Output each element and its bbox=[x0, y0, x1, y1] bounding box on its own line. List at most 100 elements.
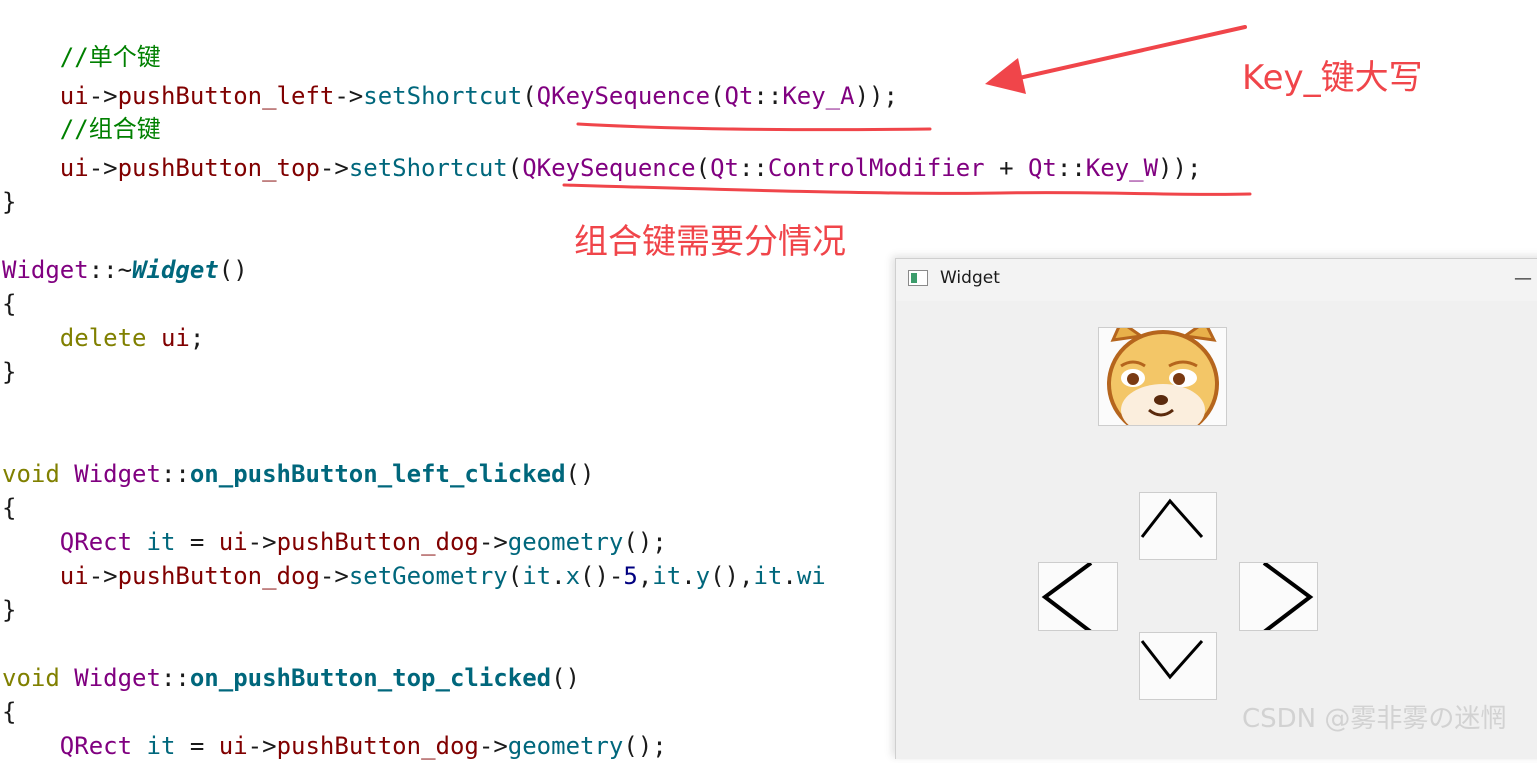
code-token: it bbox=[146, 528, 176, 556]
code-line: { bbox=[2, 287, 16, 321]
code-token: { bbox=[2, 494, 17, 522]
left-button[interactable] bbox=[1038, 562, 1118, 631]
code-token: on_pushButton_left_clicked bbox=[189, 460, 566, 488]
code-token: wi bbox=[796, 562, 826, 590]
code-token: :: bbox=[753, 82, 783, 110]
annotation-arrow-head bbox=[985, 58, 1026, 94]
code-token: } bbox=[2, 358, 17, 386]
code-token: QKeySequence bbox=[536, 82, 711, 110]
code-token: setShortcut bbox=[363, 82, 523, 110]
code-line: } bbox=[2, 593, 16, 627]
code-token: //单个键 bbox=[59, 43, 161, 71]
code-token: -> bbox=[88, 562, 118, 590]
code-token: () bbox=[551, 664, 580, 692]
code-token: QRect bbox=[59, 528, 133, 556]
code-token: . bbox=[681, 562, 696, 590]
annotation-key-upper-note: Key_键大写 bbox=[1242, 58, 1423, 98]
code-token: x bbox=[565, 562, 581, 590]
code-token: -> bbox=[319, 154, 349, 182]
watermark: CSDN @雾非雾の迷惘 bbox=[1242, 704, 1507, 734]
code-line: void Widget::on_pushButton_top_clicked() bbox=[2, 661, 580, 695]
code-token: -> bbox=[88, 154, 118, 182]
code-line: Widget::~Widget() bbox=[2, 253, 248, 287]
code-line: void Widget::on_pushButton_left_clicked(… bbox=[2, 457, 594, 491]
code-token: ( bbox=[522, 82, 537, 110]
code-token: . bbox=[782, 562, 797, 590]
dog-button[interactable] bbox=[1098, 327, 1227, 426]
code-token: it bbox=[522, 562, 552, 590]
code-token: ui bbox=[59, 154, 89, 182]
code-token: it bbox=[652, 562, 682, 590]
code-token: . bbox=[551, 562, 566, 590]
code-token: :: bbox=[738, 154, 768, 182]
code-token: , bbox=[637, 562, 653, 590]
code-token: )); bbox=[854, 82, 898, 110]
code-token: :: bbox=[160, 460, 190, 488]
code-token: )); bbox=[1158, 154, 1202, 182]
code-token: setShortcut bbox=[348, 154, 508, 182]
code-token: 5 bbox=[623, 562, 638, 590]
code-token: ui bbox=[59, 82, 89, 110]
code-token: Qt bbox=[710, 154, 739, 182]
code-line: { bbox=[2, 491, 16, 525]
annotation-underline-combo bbox=[562, 183, 1252, 196]
down-button[interactable] bbox=[1139, 632, 1217, 700]
up-button[interactable] bbox=[1139, 492, 1217, 560]
code-token: QKeySequence bbox=[522, 154, 696, 182]
code-token: (); bbox=[623, 732, 667, 760]
code-token: pushButton_dog bbox=[117, 562, 320, 590]
chevron-left-icon bbox=[1041, 563, 1093, 630]
minimize-button[interactable]: — bbox=[1508, 265, 1537, 293]
code-token: () bbox=[565, 460, 595, 488]
code-line: } bbox=[2, 185, 16, 219]
code-token: -> bbox=[247, 528, 277, 556]
code-token: void bbox=[2, 460, 60, 488]
annotation-arrow-shaft bbox=[1008, 25, 1247, 82]
chevron-up-icon bbox=[1140, 498, 1204, 538]
code-token: (); bbox=[623, 528, 667, 556]
code-token: Widget bbox=[74, 460, 161, 488]
code-token: ()- bbox=[580, 562, 624, 590]
code-token: () bbox=[218, 256, 248, 284]
code-token: y bbox=[695, 562, 711, 590]
code-token: { bbox=[2, 290, 17, 318]
code-token: pushButton_dog bbox=[276, 528, 479, 556]
code-token: Widget bbox=[2, 256, 89, 284]
code-token: Qt bbox=[724, 82, 754, 110]
code-token: delete bbox=[59, 324, 147, 352]
code-token: ( bbox=[710, 82, 725, 110]
code-token: -> bbox=[247, 732, 277, 760]
code-token: } bbox=[2, 188, 17, 216]
code-token: it bbox=[146, 732, 176, 760]
window-titlebar[interactable]: Widget — bbox=[896, 259, 1537, 301]
code-token: on_pushButton_top_clicked bbox=[189, 664, 552, 692]
code-token: = bbox=[175, 528, 219, 556]
code-line: delete ui; bbox=[2, 321, 205, 355]
code-token: :: bbox=[1056, 154, 1086, 182]
code-token: ; bbox=[189, 324, 205, 352]
code-token: pushButton_left bbox=[117, 82, 335, 110]
code-line: //组合键 bbox=[2, 112, 161, 146]
code-token: (), bbox=[710, 562, 754, 590]
code-token: -> bbox=[334, 82, 364, 110]
code-token: void bbox=[2, 664, 60, 692]
code-token: -> bbox=[478, 528, 508, 556]
code-token: Key_A bbox=[782, 82, 855, 110]
right-button[interactable] bbox=[1239, 562, 1318, 631]
code-token: QRect bbox=[59, 732, 133, 760]
code-token: -> bbox=[478, 732, 508, 760]
code-token: ControlModifier bbox=[767, 154, 985, 182]
code-token: -> bbox=[319, 562, 349, 590]
code-token: geometry bbox=[507, 528, 624, 556]
code-token: ::~ bbox=[88, 256, 133, 284]
code-line: QRect it = ui->pushButton_dog->geometry(… bbox=[2, 525, 667, 559]
